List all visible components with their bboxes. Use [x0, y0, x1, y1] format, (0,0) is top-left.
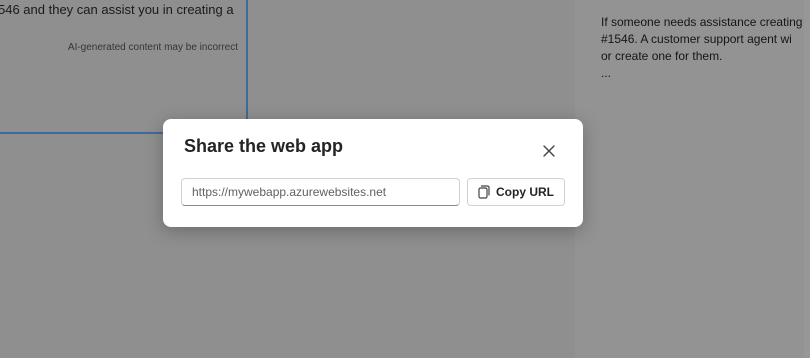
copy-icon — [478, 185, 490, 199]
copy-url-label: Copy URL — [496, 185, 554, 199]
side-panel-line: If someone needs assistance creating — [601, 15, 803, 29]
side-panel-scrollbar[interactable] — [804, 0, 810, 358]
close-icon — [542, 144, 556, 158]
dialog-title: Share the web app — [184, 136, 344, 156]
side-panel-text: If someone needs assistance creating #15… — [601, 14, 810, 82]
share-dialog: Share the web app Copy URL — [163, 119, 583, 227]
side-panel: If someone needs assistance creating #15… — [591, 0, 810, 358]
chat-message-bubble: 546 and they can assist you in creating … — [0, 0, 248, 134]
page: 546 and they can assist you in creating … — [0, 0, 810, 358]
copy-url-button[interactable]: Copy URL — [467, 178, 565, 206]
side-panel-line: ... — [601, 66, 612, 80]
chat-message-text: 546 and they can assist you in creating … — [0, 2, 234, 17]
close-button[interactable] — [535, 137, 563, 165]
url-field[interactable] — [181, 178, 460, 206]
side-panel-line: #1546. A customer support agent wi — [601, 32, 792, 46]
side-panel-line: or create one for them. — [601, 49, 723, 63]
ai-disclaimer: AI-generated content may be incorrect — [67, 42, 238, 53]
